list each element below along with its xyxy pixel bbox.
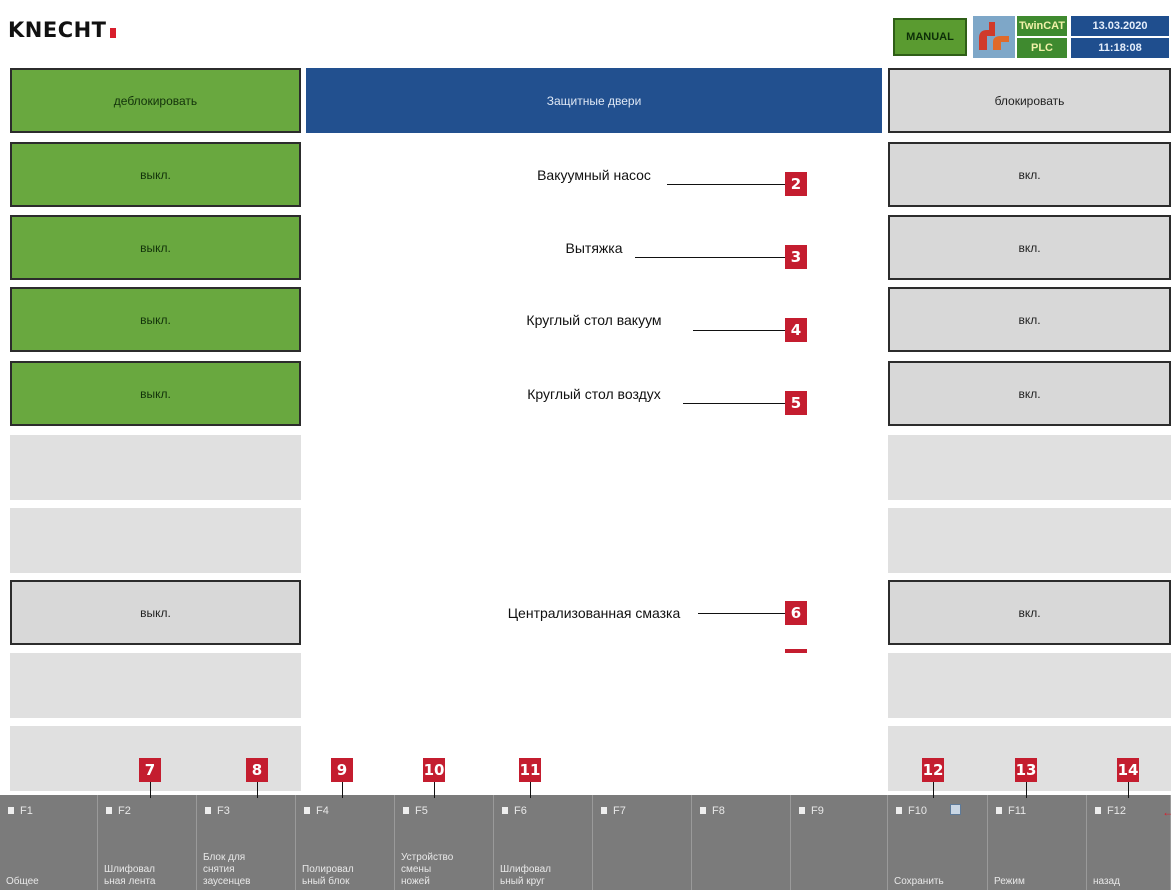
function-key-f7[interactable]: F7 bbox=[593, 795, 692, 890]
left-empty-slot-6 bbox=[10, 435, 301, 500]
callout-line-4 bbox=[693, 330, 785, 331]
f6-key-label: F6 bbox=[502, 805, 527, 817]
mode-indicator: MANUAL bbox=[893, 18, 967, 56]
f8-key-label: F8 bbox=[700, 805, 725, 817]
callout-line-10 bbox=[434, 782, 435, 798]
callout-number-9: 9 bbox=[331, 758, 353, 782]
callout-line-6 bbox=[698, 613, 785, 614]
f5-key-label: F5 bbox=[403, 805, 428, 817]
left-button-row-4[interactable]: выкл. bbox=[10, 287, 301, 352]
callout-number-6: 6 bbox=[785, 601, 807, 625]
callout-number-13: 13 bbox=[1015, 758, 1037, 782]
function-key-f2[interactable]: F2 Шлифовал ьная лента bbox=[98, 795, 197, 890]
f12-key-label: F12 bbox=[1095, 805, 1126, 817]
left-button-row-3[interactable]: выкл. bbox=[10, 215, 301, 280]
left-empty-slot-7 bbox=[10, 508, 301, 573]
callout-line-8 bbox=[257, 782, 258, 798]
callout-number-2: 2 bbox=[785, 172, 807, 196]
callout-line-3 bbox=[635, 257, 785, 258]
callout-line-9 bbox=[342, 782, 343, 798]
f10-key-label: F10 bbox=[896, 805, 927, 817]
f6-function-label: Шлифовал ьный круг bbox=[500, 864, 551, 887]
twincat-logo-icon bbox=[973, 16, 1015, 58]
callout-line-7 bbox=[150, 782, 151, 798]
callout-number-3: 3 bbox=[785, 245, 807, 269]
f10-function-label: Сохранить bbox=[894, 876, 944, 887]
f1-function-label: Общее bbox=[6, 876, 39, 887]
function-key-f1[interactable]: F1 Общее bbox=[0, 795, 98, 890]
row-empty-9 bbox=[306, 653, 882, 718]
callout-number-10: 10 bbox=[423, 758, 445, 782]
left-button-row-2[interactable]: выкл. bbox=[10, 142, 301, 207]
f4-key-label: F4 bbox=[304, 805, 329, 817]
function-key-f4[interactable]: F4 Полировал ьный блок bbox=[296, 795, 395, 890]
row-empty-6 bbox=[306, 435, 882, 500]
callout-line-11 bbox=[530, 782, 531, 798]
left-button-row-5[interactable]: выкл. bbox=[10, 361, 301, 426]
time-display: 11:18:08 bbox=[1071, 38, 1169, 58]
callout-number-7: 7 bbox=[139, 758, 161, 782]
right-button-row-8[interactable]: вкл. bbox=[888, 580, 1171, 645]
date-display: 13.03.2020 bbox=[1071, 16, 1169, 36]
function-key-f3[interactable]: F3 Блок для снятия заусенцев bbox=[197, 795, 296, 890]
f5-function-label: Устройство смены ножей bbox=[401, 852, 454, 887]
callout-number-14: 14 bbox=[1117, 758, 1139, 782]
function-key-f8[interactable]: F8 bbox=[692, 795, 791, 890]
right-button-row-5[interactable]: вкл. bbox=[888, 361, 1171, 426]
callout-line-13 bbox=[1026, 782, 1027, 798]
f3-function-label: Блок для снятия заусенцев bbox=[203, 852, 251, 887]
function-key-f10[interactable]: F10 Сохранить bbox=[888, 795, 988, 890]
callout-number-4: 4 bbox=[785, 318, 807, 342]
f11-key-label: F11 bbox=[996, 805, 1026, 817]
left-empty-slot-9 bbox=[10, 653, 301, 718]
row-empty-7 bbox=[306, 508, 882, 573]
row-title-1: Защитные двери bbox=[306, 68, 882, 133]
f2-function-label: Шлифовал ьная лента bbox=[104, 864, 156, 887]
plc-label: PLC bbox=[1017, 38, 1067, 58]
callout-number-8: 8 bbox=[246, 758, 268, 782]
function-key-f11[interactable]: F11 Режим bbox=[988, 795, 1087, 890]
logo-text: KNECHT bbox=[8, 18, 107, 42]
right-button-row-3[interactable]: вкл. bbox=[888, 215, 1171, 280]
knecht-logo: KNECHT bbox=[8, 18, 116, 42]
left-button-row-8[interactable]: выкл. bbox=[10, 580, 301, 645]
callout-number-11: 11 bbox=[519, 758, 541, 782]
floppy-disk-icon bbox=[950, 804, 961, 815]
f12-function-label: назад bbox=[1093, 876, 1120, 887]
right-button-row-1[interactable]: блокировать bbox=[888, 68, 1171, 133]
function-key-f9[interactable]: F9 bbox=[791, 795, 888, 890]
right-empty-slot-6 bbox=[888, 435, 1171, 500]
f3-key-label: F3 bbox=[205, 805, 230, 817]
callout-number-5: 5 bbox=[785, 391, 807, 415]
f4-function-label: Полировал ьный блок bbox=[302, 864, 354, 887]
back-arrow-icon: ← bbox=[1162, 805, 1171, 819]
callout-line-5 bbox=[683, 403, 785, 404]
left-button-row-1[interactable]: деблокировать bbox=[10, 68, 301, 133]
f2-key-label: F2 bbox=[106, 805, 131, 817]
f11-function-label: Режим bbox=[994, 876, 1025, 887]
function-key-f6[interactable]: F6 Шлифовал ьный круг bbox=[494, 795, 593, 890]
function-key-f12[interactable]: F12 назад ← bbox=[1087, 795, 1171, 890]
right-empty-slot-9 bbox=[888, 653, 1171, 718]
logo-dot-icon bbox=[109, 28, 116, 38]
callout-line-14 bbox=[1128, 782, 1129, 798]
right-button-row-2[interactable]: вкл. bbox=[888, 142, 1171, 207]
f7-key-label: F7 bbox=[601, 805, 626, 817]
f9-key-label: F9 bbox=[799, 805, 824, 817]
right-empty-slot-7 bbox=[888, 508, 1171, 573]
callout-line-2 bbox=[667, 184, 785, 185]
callout-number-12: 12 bbox=[922, 758, 944, 782]
row-empty-10 bbox=[306, 726, 882, 791]
twincat-label: TwinCAT bbox=[1017, 16, 1067, 36]
function-key-f5[interactable]: F5 Устройство смены ножей bbox=[395, 795, 494, 890]
right-button-row-4[interactable]: вкл. bbox=[888, 287, 1171, 352]
callout-line-12 bbox=[933, 782, 934, 798]
f1-key-label: F1 bbox=[8, 805, 33, 817]
